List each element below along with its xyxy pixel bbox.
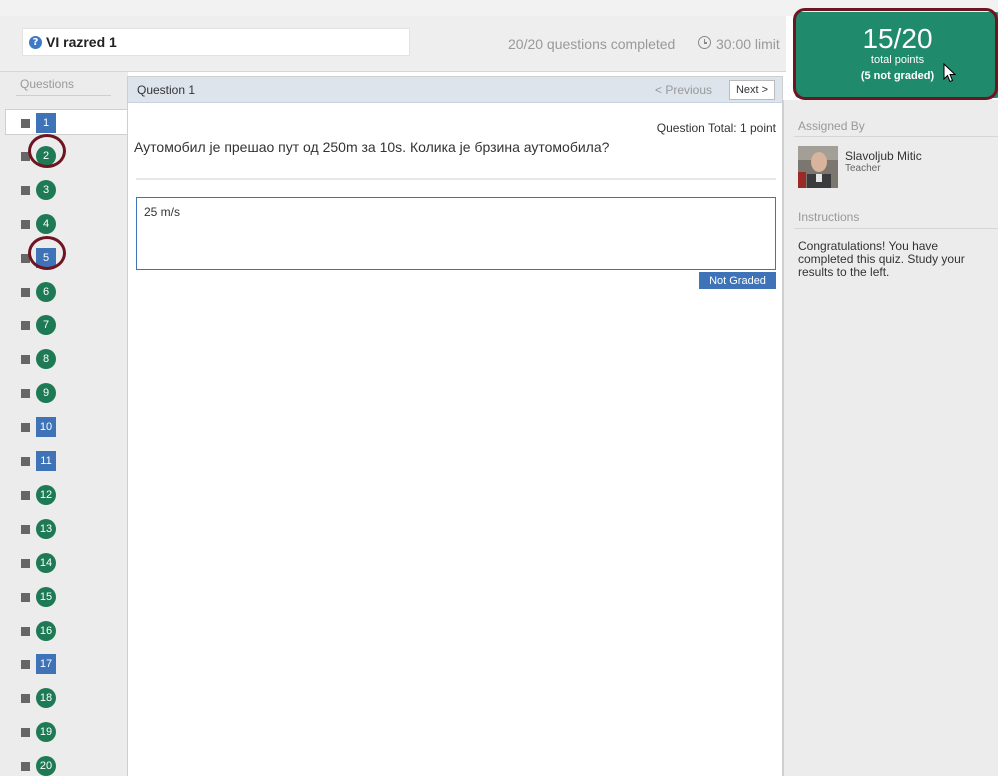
question-number-badge[interactable]: 17: [36, 654, 56, 675]
status-square-icon: [21, 524, 30, 534]
question-item[interactable]: 3: [0, 177, 128, 203]
status-square-icon: [21, 592, 30, 602]
question-item[interactable]: 16: [0, 618, 128, 644]
status-square-icon: [21, 694, 30, 704]
divider: [794, 136, 998, 137]
question-mark-icon[interactable]: ?: [29, 35, 42, 49]
divider: [16, 95, 111, 96]
question-item[interactable]: 1: [5, 109, 129, 135]
question-number-badge[interactable]: 11: [36, 451, 56, 471]
highlight-circle-question-5: [28, 236, 66, 270]
question-panel: Question 1 < Previous Next > Question To…: [127, 76, 783, 776]
teacher-avatar: [798, 146, 838, 188]
question-number-badge[interactable]: 12: [36, 484, 56, 505]
previous-link[interactable]: < Previous: [655, 83, 712, 97]
status-square-icon: [21, 119, 30, 128]
next-button[interactable]: Next >: [729, 80, 775, 100]
question-item[interactable]: 10: [0, 414, 128, 440]
question-number-badge[interactable]: 4: [36, 213, 56, 234]
question-number-badge[interactable]: 13: [36, 518, 56, 539]
question-header-title: Question 1: [137, 83, 196, 97]
status-square-icon: [21, 423, 30, 433]
status-square-icon: [21, 762, 30, 772]
question-item[interactable]: 7: [0, 312, 128, 338]
question-number-badge[interactable]: 10: [36, 417, 56, 438]
quiz-header: ? VI razred 1 20/20 questions completed …: [0, 16, 786, 72]
question-item[interactable]: 17: [0, 651, 128, 677]
status-square-icon: [21, 321, 30, 331]
question-item[interactable]: 8: [0, 346, 128, 372]
answer-box: 25 m/s: [136, 197, 776, 270]
question-header: Question 1 < Previous Next >: [128, 77, 782, 103]
status-square-icon: [21, 355, 30, 365]
question-item[interactable]: 14: [0, 550, 128, 576]
time-limit: 30:00 limit: [716, 36, 780, 52]
quiz-title: VI razred 1: [46, 34, 117, 50]
status-square-icon: [21, 728, 30, 738]
question-item[interactable]: 6: [0, 279, 128, 305]
question-item[interactable]: 18: [0, 685, 128, 711]
quiz-title-box: ? VI razred 1: [22, 28, 410, 56]
question-number-badge[interactable]: 19: [36, 722, 56, 743]
teacher-role: Teacher: [845, 163, 881, 174]
question-item[interactable]: 13: [0, 516, 128, 542]
progress-text: 20/20 questions completed: [508, 36, 676, 52]
status-square-icon: [21, 626, 30, 636]
question-number-badge[interactable]: 8: [36, 349, 56, 370]
clock-icon: [698, 36, 711, 49]
status-square-icon: [21, 457, 30, 466]
divider: [794, 228, 998, 229]
status-square-icon: [21, 185, 30, 195]
question-number-badge[interactable]: 6: [36, 281, 56, 302]
question-number-badge[interactable]: 18: [36, 688, 56, 709]
not-graded-badge: Not Graded: [699, 272, 776, 289]
mouse-cursor-icon: [943, 63, 957, 83]
question-number-badge[interactable]: 3: [36, 179, 56, 200]
assigned-by-heading: Assigned By: [798, 119, 865, 133]
question-number-badge[interactable]: 7: [36, 315, 56, 336]
instructions-heading: Instructions: [798, 210, 860, 224]
question-item[interactable]: 9: [0, 380, 128, 406]
status-square-icon: [21, 287, 30, 297]
avatar-image: [798, 146, 838, 188]
question-item[interactable]: 11: [0, 448, 128, 474]
question-number-badge[interactable]: 14: [36, 552, 56, 573]
status-square-icon: [21, 490, 30, 500]
status-square-icon: [21, 219, 30, 229]
question-item[interactable]: 19: [0, 719, 128, 745]
status-square-icon: [21, 558, 30, 568]
question-item[interactable]: 15: [0, 584, 128, 610]
status-square-icon: [21, 389, 30, 399]
instructions-text: Congratulations! You have completed this…: [798, 239, 965, 279]
highlight-circle-question-2: [28, 134, 66, 168]
teacher-name[interactable]: Slavoljub Mitic: [845, 149, 922, 163]
questions-sidebar: Questions 1 2 3 4 5 6 7 8 9 10 11 12 13 14 15 16 17 18 19 2…: [0, 72, 129, 776]
question-number-badge[interactable]: 1: [36, 113, 56, 133]
info-sidebar: Assigned By Slavoljub Mitic Teacher Inst…: [783, 100, 998, 776]
question-number-badge[interactable]: 16: [36, 620, 56, 641]
question-number-badge[interactable]: 9: [36, 383, 56, 404]
question-text: Аутомобил је прешао пут од 250m за 10s. …: [134, 139, 610, 155]
question-number-badge[interactable]: 15: [36, 586, 56, 607]
question-number-badge[interactable]: 20: [36, 756, 56, 776]
question-item[interactable]: 20: [0, 753, 128, 776]
question-item[interactable]: 4: [0, 211, 128, 237]
score-highlight-circle: [793, 8, 998, 100]
status-square-icon: [21, 660, 30, 670]
divider: [136, 178, 776, 180]
question-item[interactable]: 12: [0, 482, 128, 508]
question-total: Question Total: 1 point: [656, 121, 776, 135]
questions-heading: Questions: [20, 77, 75, 91]
